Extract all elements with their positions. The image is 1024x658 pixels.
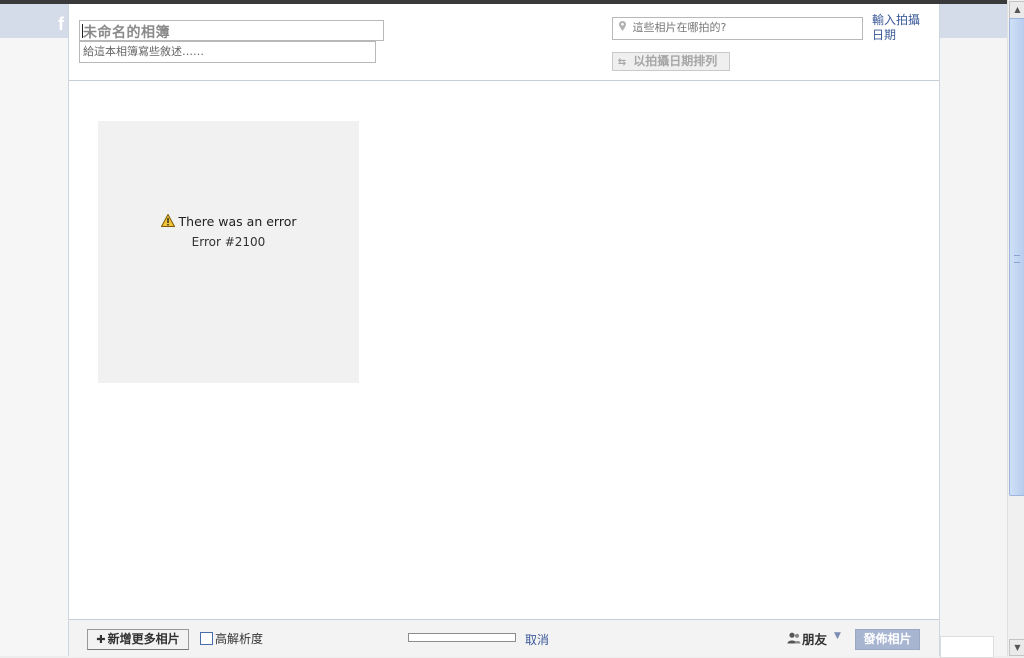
- location-input[interactable]: 這些相片在哪拍的?: [612, 17, 863, 40]
- enter-date-link[interactable]: 輸入拍攝日期: [872, 13, 928, 43]
- album-details-header: 未命名的相簿 給這本相簿寫些敘述…… 這些相片在哪拍的? 輸入拍攝日期 ⇆ 以拍…: [69, 4, 939, 81]
- swap-arrows-icon: ⇆: [617, 57, 627, 68]
- sort-button-label: 以拍攝日期排列: [633, 54, 718, 68]
- dialog-footer: ✚ 新增更多相片 高解析度 取消 朋友 ▼ 發佈相片: [69, 619, 939, 657]
- album-upload-dialog: 未命名的相簿 給這本相簿寫些敘述…… 這些相片在哪拍的? 輸入拍攝日期 ⇆ 以拍…: [68, 4, 940, 657]
- error-message: There was an error: [98, 214, 359, 229]
- location-placeholder: 這些相片在哪拍的?: [632, 21, 727, 34]
- friends-icon[interactable]: [787, 632, 801, 644]
- scroll-down-button[interactable]: ▼: [1009, 639, 1024, 656]
- album-title-placeholder: 未命名的相簿: [83, 25, 170, 41]
- scroll-grip: [1014, 255, 1020, 263]
- scroll-up-button[interactable]: ▲: [1009, 1, 1024, 19]
- page-left-column: [0, 38, 69, 656]
- album-title-input[interactable]: 未命名的相簿: [79, 20, 384, 41]
- page-right-box: [940, 636, 994, 658]
- plus-icon: ✚: [96, 633, 106, 646]
- error-code: Error #2100: [191, 235, 266, 249]
- photo-tile[interactable]: There was an error Error #2100: [98, 121, 359, 383]
- cancel-link[interactable]: 取消: [525, 631, 549, 648]
- pin-icon: [619, 21, 629, 34]
- add-more-label: 新增更多相片: [107, 632, 180, 646]
- privacy-selector[interactable]: 朋友: [802, 629, 827, 648]
- high-resolution-label[interactable]: 高解析度: [215, 630, 263, 647]
- album-description-input[interactable]: 給這本相簿寫些敘述……: [79, 41, 376, 63]
- window-scrollbar[interactable]: ▲ ▼: [1007, 0, 1024, 656]
- scroll-thumb[interactable]: [1009, 18, 1024, 496]
- upload-progress-bar: [408, 633, 516, 642]
- logo-letter: f: [58, 14, 64, 34]
- page-right-column: [938, 38, 1007, 656]
- chevron-down-icon[interactable]: ▼: [834, 631, 841, 641]
- publish-photos-button[interactable]: 發佈相片: [855, 629, 920, 650]
- album-description-placeholder: 給這本相簿寫些敘述……: [83, 45, 204, 58]
- error-title-text: There was an error: [178, 214, 297, 229]
- add-more-photos-button[interactable]: ✚ 新增更多相片: [87, 629, 189, 650]
- warning-icon: [160, 214, 175, 227]
- sort-by-date-button[interactable]: ⇆ 以拍攝日期排列: [612, 52, 730, 71]
- high-resolution-checkbox[interactable]: [200, 632, 213, 645]
